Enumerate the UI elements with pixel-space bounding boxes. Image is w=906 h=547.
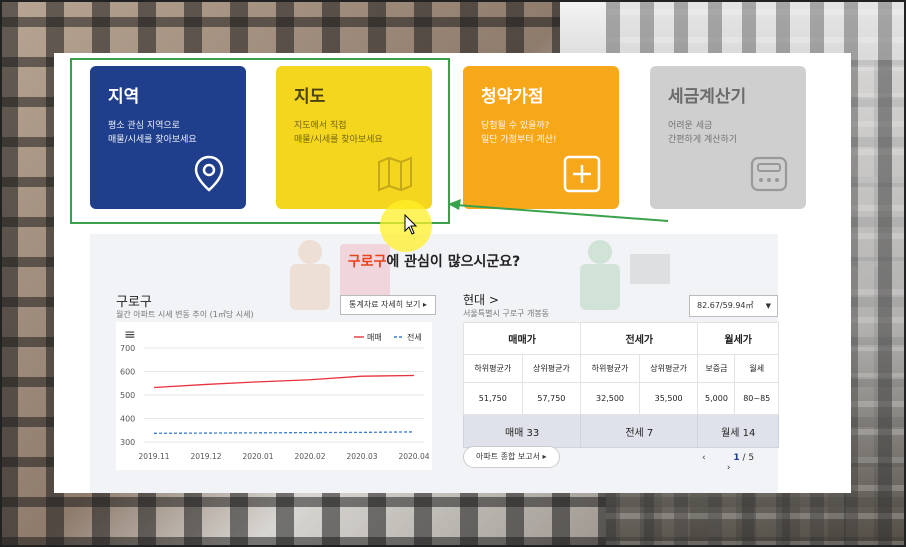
stats-detail-button[interactable]: 통계자료 자세히 보기 ▸ [340,295,436,315]
card-desc-1: 당첨될 수 있을까? [481,121,550,131]
district-subtitle: 월간 아파트 시세 변동 추이 (1㎡당 시세) [116,310,254,319]
current-page: 1 [733,453,740,463]
annotation-highlight-box [70,58,450,224]
sale-count-tab[interactable]: 매매 33 [462,414,582,448]
legend-label: 전세 [407,332,422,342]
y-tick-label: 300 [120,438,135,447]
subheader-cell: 하위평균가 [580,354,640,383]
dropdown-caret-icon: ▼ [765,302,771,310]
calculator-icon [750,156,788,192]
total-pages: 5 [748,453,755,463]
value-cell: 35,500 [638,382,699,415]
value-cell: 5,000 [697,382,736,415]
y-tick-label: 500 [120,391,135,400]
series-line-2 [153,431,415,434]
district-title: 구로구 [116,295,152,310]
card-desc-1: 어려운 세금 [668,121,713,131]
x-tick-label: 2020.02 [294,452,325,461]
plus-square-icon [563,155,601,193]
jeonse-count-tab[interactable]: 전세 7 [580,414,699,448]
x-tick-label: 2020.04 [398,452,429,461]
section-headline: 구로구에 관심이 많으시군요? [90,251,778,271]
series-line-1 [153,374,415,389]
x-tick-label: 2019.12 [190,452,221,461]
header-jeonse: 전세가 [580,322,699,355]
subheader-cell: 상위평균가 [638,354,699,383]
card-desc-2: 일단 가점부터 계산! [481,135,557,145]
card-title: 청약가점 [481,87,544,107]
headline-text: 에 관심이 많으시군요? [386,254,521,270]
page-separator: / [742,453,746,463]
value-cell: 57,750 [521,382,582,415]
apartment-report-button[interactable]: 아파트 종합 보고서 ▸ [463,446,560,468]
x-tick-label: 2020.03 [346,452,377,461]
apartment-title[interactable]: 현대 > [463,291,499,308]
chart-svg: ≡ 300 400 500 600 700 2019.11 2019.12 2020.01 20… [120,327,430,461]
mouse-cursor-icon [404,214,418,235]
y-tick-label: 400 [120,415,135,424]
subheader-cell: 월세 [734,354,779,383]
y-tick-label: 600 [120,368,135,377]
header-sale: 매매가 [462,322,582,355]
interest-section: 구로구에 관심이 많으시군요? 구로구 월간 아파트 시세 변동 추이 (1㎡당… [90,234,779,493]
value-cell: 32,500 [580,382,640,415]
card-desc-2: 간편하게 계산하기 [668,135,738,145]
card-subscription-points[interactable]: 청약가점 당첨될 수 있을까? 일단 가점부터 계산! [463,66,619,209]
annotation-arrow-icon [448,199,669,222]
y-tick-label: 700 [120,344,135,353]
subheader-cell: 상위평균가 [521,354,582,383]
monthly-count-tab[interactable]: 월세 14 [697,414,779,448]
district-highlight: 구로구 [347,254,387,270]
prev-page-button[interactable]: ‹ [702,453,706,463]
pagination: ‹ 1 / 5 › [702,453,778,473]
card-title: 세금계산기 [668,87,747,107]
header-monthly: 월세가 [697,322,779,355]
value-cell: 51,750 [463,382,523,415]
value-cell: 80~85 [734,382,779,415]
area-select[interactable]: 82.67/59.94㎡ ▼ [689,295,778,317]
legend-label: 매매 [367,333,382,342]
subheader-cell: 하위평균가 [463,354,523,383]
decorative-chair-icon [580,240,670,310]
price-trend-chart: ≡ 300 400 500 600 700 2019.11 2019.12 2020.01 20… [116,322,432,470]
x-tick-label: 2020.01 [242,452,273,461]
x-tick-label: 2019.11 [138,452,169,461]
card-tax-calculator[interactable]: 세금계산기 어려운 세금 간편하게 계산하기 [650,66,806,209]
chart-menu-icon[interactable]: ≡ [124,327,136,343]
subheader-cell: 보증금 [697,354,736,383]
price-table: 매매가 전세가 월세가 하위평균가 상위평균가 하위평균가 상위평균가 보증금 … [462,322,779,448]
next-page-button[interactable]: › [727,463,731,473]
area-select-value: 82.67/59.94㎡ [697,301,754,310]
apartment-address: 서울특별시 구로구 개봉동 [463,309,550,318]
